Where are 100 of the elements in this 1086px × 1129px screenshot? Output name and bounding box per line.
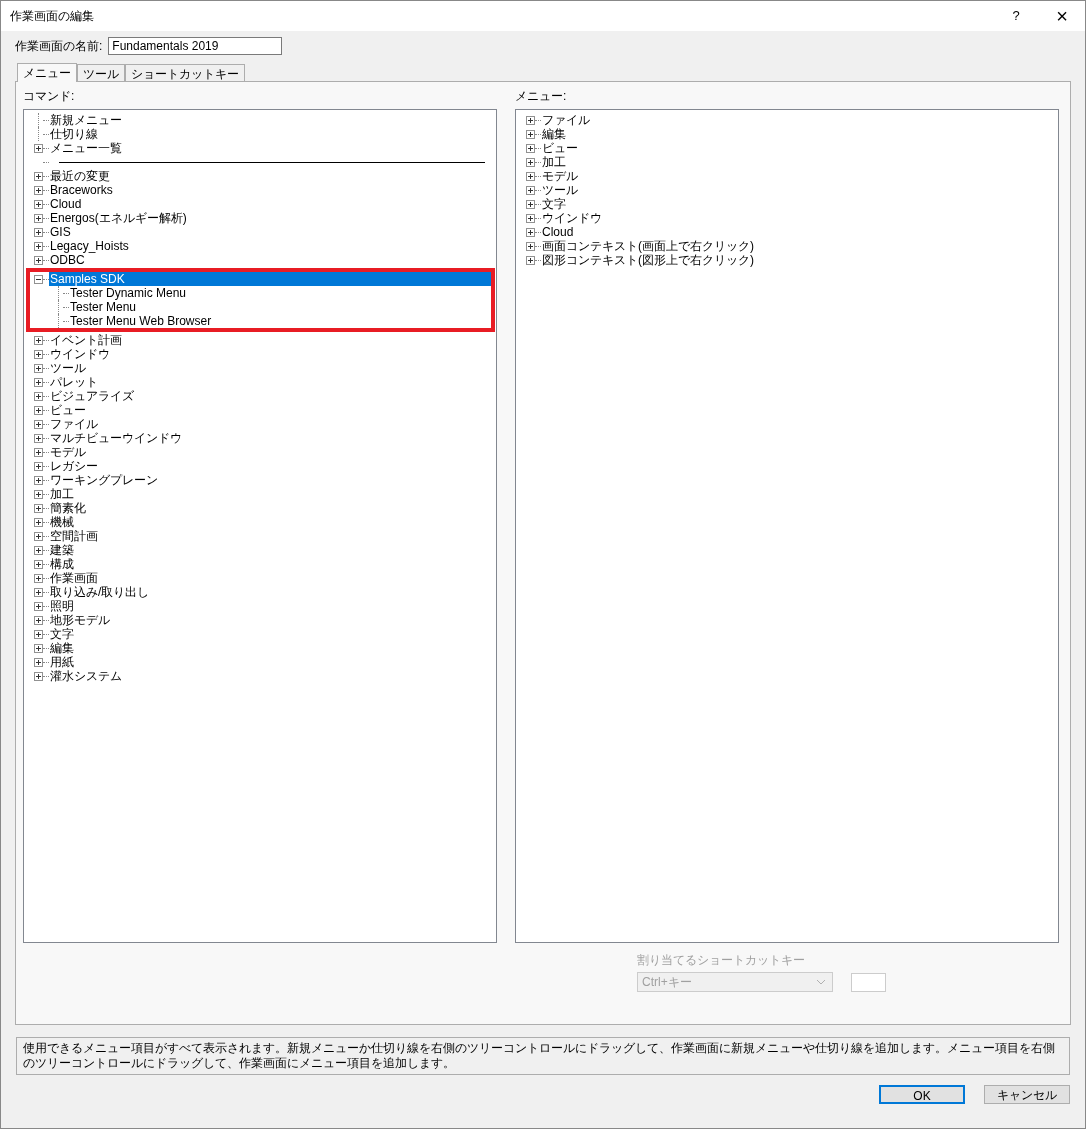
tree-item[interactable]: 取り込み/取り出し <box>49 585 151 599</box>
tree-item[interactable]: ビュー <box>541 141 579 155</box>
tree-item[interactable]: ファイル <box>541 113 591 127</box>
tree-item[interactable]: Energos(エネルギー解析) <box>49 211 188 225</box>
tree-item[interactable]: パレット <box>49 375 99 389</box>
tree-item[interactable]: 仕切り線 <box>49 127 99 141</box>
tree-item[interactable]: ビュー <box>49 403 87 417</box>
tree-item[interactable]: 新規メニュー <box>49 113 123 127</box>
expand-icon[interactable] <box>526 255 535 265</box>
expand-icon[interactable] <box>34 587 43 597</box>
expand-icon[interactable] <box>34 629 43 639</box>
expand-icon[interactable] <box>526 129 535 139</box>
tree-item[interactable]: 空間計画 <box>49 529 99 543</box>
expand-icon[interactable] <box>34 419 43 429</box>
expand-icon[interactable] <box>526 241 535 251</box>
key-field[interactable] <box>851 972 886 992</box>
tree-item[interactable]: モデル <box>49 445 87 459</box>
tree-item[interactable]: 編集 <box>49 641 75 655</box>
expand-icon[interactable] <box>34 517 43 527</box>
expand-icon[interactable] <box>34 143 43 153</box>
expand-icon[interactable] <box>34 461 43 471</box>
tree-item[interactable]: 画面コンテキスト(画面上で右クリック) <box>541 239 755 253</box>
expand-icon[interactable] <box>526 171 535 181</box>
tree-item[interactable]: ツール <box>541 183 579 197</box>
tree-item[interactable]: ウインドウ <box>541 211 603 225</box>
expand-icon[interactable] <box>34 503 43 513</box>
expand-icon[interactable] <box>34 573 43 583</box>
tree-item[interactable]: Legacy_Hoists <box>49 239 130 253</box>
tree-item[interactable]: マルチビューウインドウ <box>49 431 183 445</box>
expand-icon[interactable] <box>34 643 43 653</box>
tree-item[interactable]: ODBC <box>49 253 86 267</box>
menus-tree[interactable]: ファイル 編集 ビュー 加工 モデル ツール 文字 ウインドウ Cloud 画面コンテキスト(画面上で右クリック) 図形コンテキスト(図形上で右クリック) <box>515 109 1059 943</box>
expand-icon[interactable] <box>34 363 43 373</box>
tree-item[interactable]: 用紙 <box>49 655 75 669</box>
expand-icon[interactable] <box>526 143 535 153</box>
expand-icon[interactable] <box>34 671 43 681</box>
tree-item[interactable]: 照明 <box>49 599 75 613</box>
expand-icon[interactable] <box>34 489 43 499</box>
expand-icon[interactable] <box>34 377 43 387</box>
tab[interactable]: ショートカットキー <box>125 64 245 81</box>
expand-icon[interactable] <box>34 657 43 667</box>
tree-item[interactable]: Cloud <box>541 225 575 239</box>
expand-icon[interactable] <box>34 433 43 443</box>
dialog-button[interactable]: OK <box>879 1085 965 1104</box>
tab[interactable]: ツール <box>77 64 125 81</box>
expand-icon[interactable] <box>526 185 535 195</box>
tree-item[interactable]: レガシー <box>49 459 99 473</box>
collapse-icon[interactable] <box>34 274 43 284</box>
expand-icon[interactable] <box>34 405 43 415</box>
expand-icon[interactable] <box>34 241 43 251</box>
expand-icon[interactable] <box>34 227 43 237</box>
tree-item[interactable]: ビジュアライズ <box>49 389 135 403</box>
expand-icon[interactable] <box>34 601 43 611</box>
expand-icon[interactable] <box>34 349 43 359</box>
tree-item[interactable]: ウインドウ <box>49 347 111 361</box>
tree-item[interactable]: 文字 <box>541 197 567 211</box>
tree-item[interactable]: 最近の変更 <box>49 169 111 183</box>
expand-icon[interactable] <box>34 391 43 401</box>
tree-item[interactable]: Tester Menu Web Browser <box>69 314 213 328</box>
tree-item[interactable]: 編集 <box>541 127 567 141</box>
help-button[interactable]: ? <box>993 1 1039 31</box>
close-button[interactable]: × <box>1039 1 1085 31</box>
tree-item[interactable]: 加工 <box>541 155 567 169</box>
tree-item[interactable]: イベント計画 <box>49 333 123 347</box>
dialog-button[interactable]: キャンセル <box>984 1085 1070 1104</box>
tree-item[interactable]: メニュー一覧 <box>49 141 123 155</box>
tree-item[interactable]: Tester Dynamic Menu <box>69 286 188 300</box>
tree-item[interactable]: ファイル <box>49 417 99 431</box>
tree-item[interactable]: 図形コンテキスト(図形上で右クリック) <box>541 253 755 267</box>
tree-item[interactable]: 構成 <box>49 557 75 571</box>
expand-icon[interactable] <box>34 545 43 555</box>
commands-tree[interactable] <box>23 109 497 943</box>
expand-icon[interactable] <box>526 157 535 167</box>
tree-item[interactable]: Braceworks <box>49 183 114 197</box>
tree-item[interactable]: Cloud <box>49 197 83 211</box>
expand-icon[interactable] <box>34 213 43 223</box>
tab[interactable]: メニュー <box>17 63 77 82</box>
expand-icon[interactable] <box>34 447 43 457</box>
tree-item[interactable]: 灌水システム <box>49 669 123 683</box>
expand-icon[interactable] <box>34 531 43 541</box>
tree-item[interactable]: ツール <box>49 361 87 375</box>
expand-icon[interactable] <box>34 255 43 265</box>
expand-icon[interactable] <box>526 115 535 125</box>
tree-item[interactable]: モデル <box>541 169 579 183</box>
expand-icon[interactable] <box>34 199 43 209</box>
tree-item[interactable]: GIS <box>49 225 72 239</box>
tree-item[interactable]: Samples SDK <box>49 272 491 286</box>
name-field[interactable]: Fundamentals 2019 <box>108 37 283 55</box>
tree-item[interactable]: 作業画面 <box>49 571 99 585</box>
tree-item[interactable]: 文字 <box>49 627 75 641</box>
tree-item[interactable]: 建築 <box>49 543 75 557</box>
expand-icon[interactable] <box>34 475 43 485</box>
tree-item[interactable]: Tester Menu <box>69 300 138 314</box>
expand-icon[interactable] <box>526 227 535 237</box>
tree-item[interactable]: ワーキングプレーン <box>49 473 159 487</box>
expand-icon[interactable] <box>526 199 535 209</box>
tree-item[interactable]: 機械 <box>49 515 75 529</box>
expand-icon[interactable] <box>34 335 43 345</box>
expand-icon[interactable] <box>34 185 43 195</box>
tree-item[interactable]: 簡素化 <box>49 501 87 515</box>
